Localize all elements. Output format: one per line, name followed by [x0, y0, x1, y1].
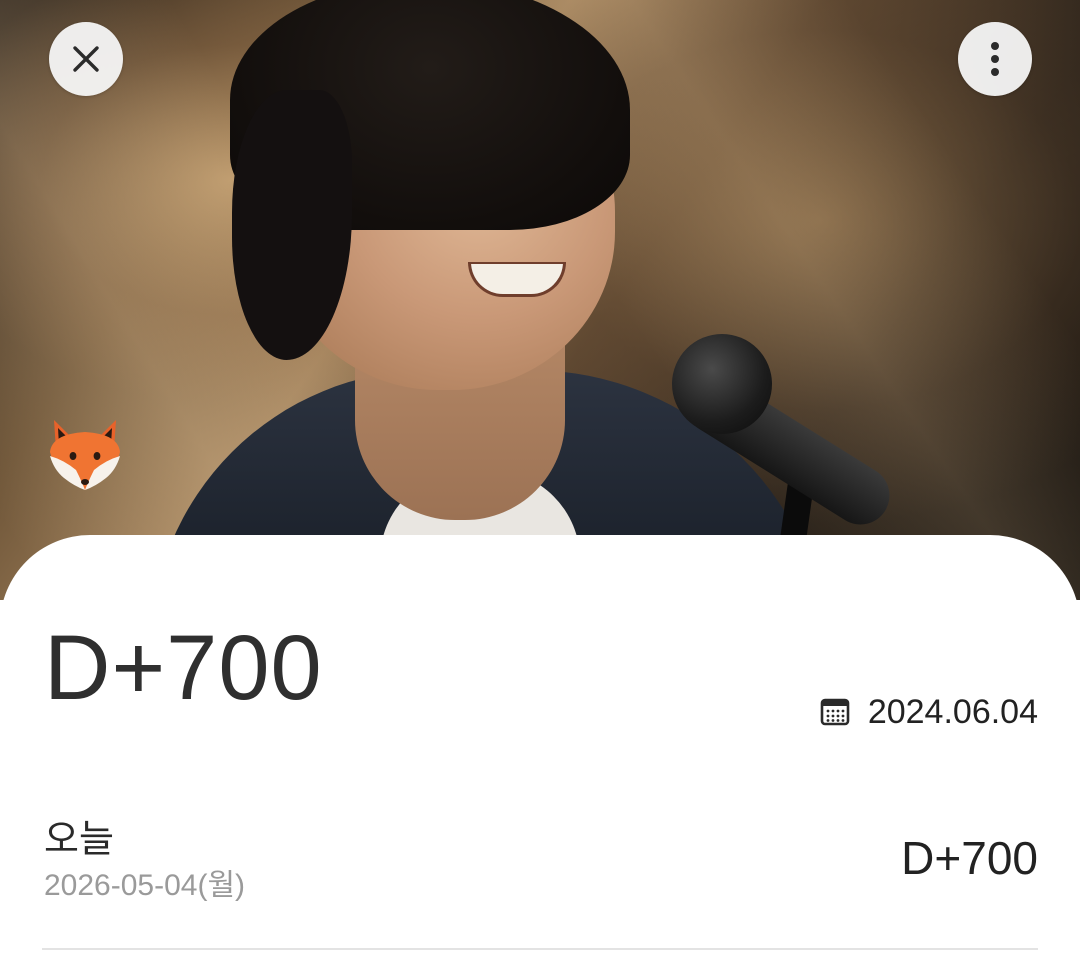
start-date: 2024.06.04	[867, 693, 1038, 731]
divider	[42, 948, 1038, 950]
today-dday-count: D+700	[901, 832, 1038, 884]
more-vert-icon	[991, 42, 999, 76]
fox-icon[interactable]	[44, 412, 126, 494]
more-options-button[interactable]	[958, 22, 1032, 96]
today-label: 오늘	[44, 817, 114, 861]
dday-count: D+700	[44, 617, 323, 719]
microphone-head	[672, 334, 772, 434]
close-button[interactable]	[49, 22, 123, 96]
dday-detail-screen: D+700 2024.06.04 오늘 2026-05-04(월) D+700	[0, 0, 1080, 955]
hero-photo	[0, 0, 1080, 600]
calendar-icon	[820, 698, 850, 726]
close-icon	[73, 46, 99, 72]
start-date-row[interactable]: 2024.06.04	[820, 690, 1038, 734]
today-date: 2026-05-04(월)	[44, 869, 246, 902]
